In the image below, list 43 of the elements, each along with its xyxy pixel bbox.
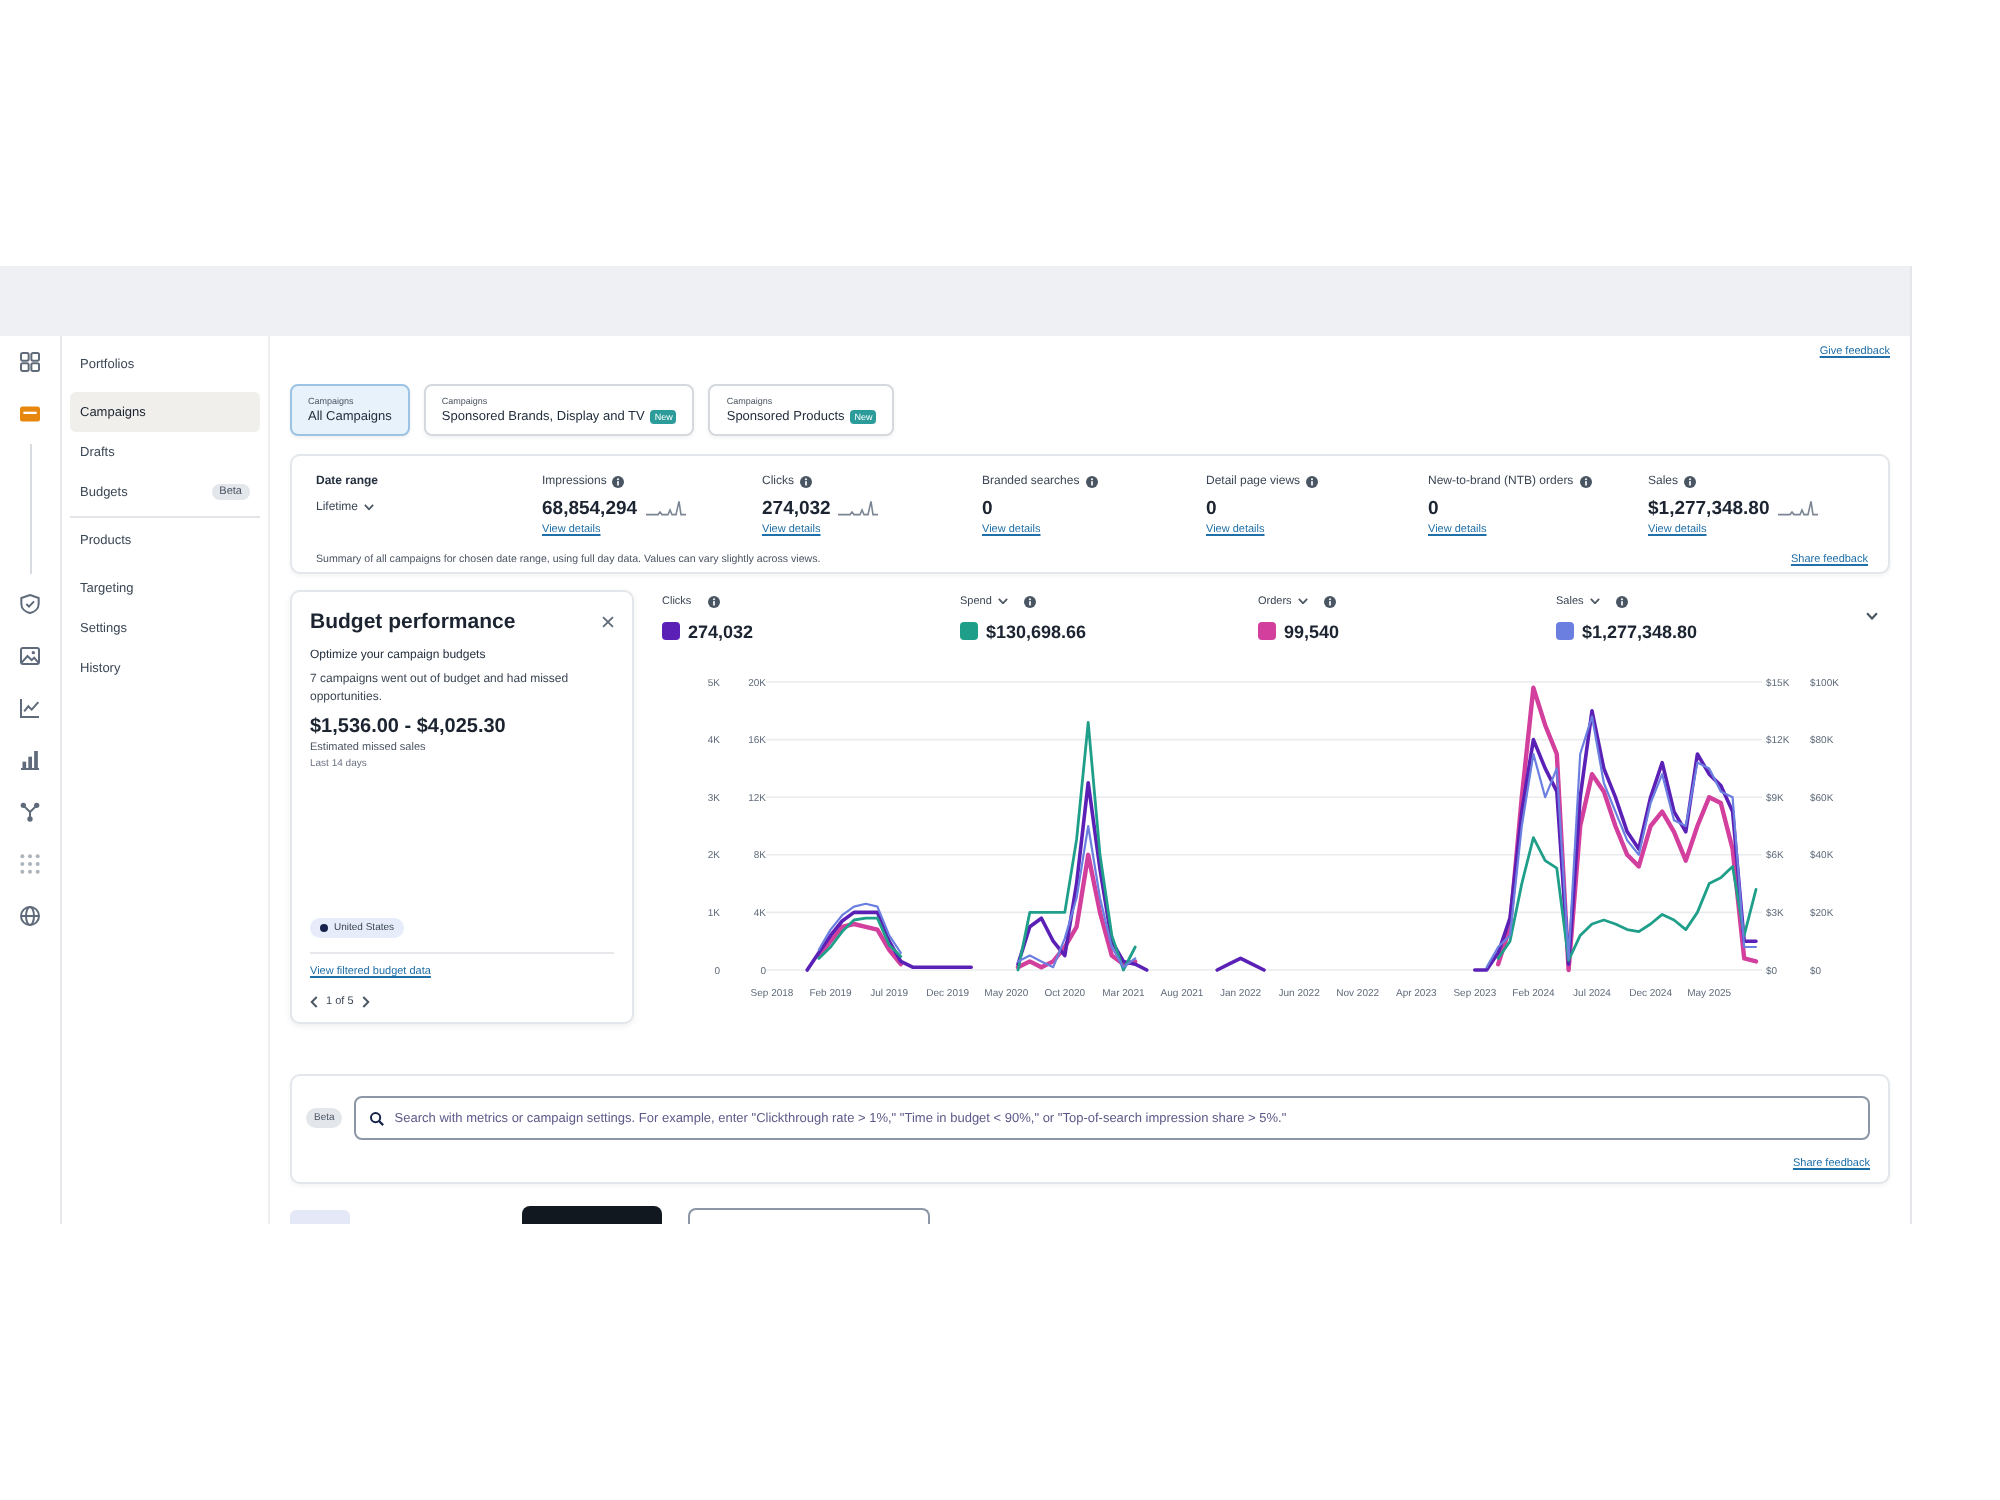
info-icon: [1023, 595, 1036, 607]
search-icon: [370, 1111, 385, 1125]
metric-value: 0: [1206, 497, 1217, 519]
metric-value: 274,032: [762, 497, 831, 519]
metric-value: $1,277,348.80: [1648, 497, 1770, 519]
info-icon: [1615, 595, 1628, 607]
info-icon: [800, 475, 812, 487]
view-toggle[interactable]: [290, 1210, 350, 1224]
info-icon: [707, 595, 720, 607]
grid-icon[interactable]: [20, 352, 40, 372]
caret-icon: [1297, 597, 1308, 605]
metric-value: 68,854,294: [542, 497, 638, 519]
branch-icon[interactable]: [20, 802, 40, 822]
info-icon: [1306, 475, 1319, 487]
info-icon: [612, 475, 625, 487]
chart-metric-value: 99,540: [1284, 621, 1340, 641]
info-icon: [1579, 475, 1592, 487]
close-icon[interactable]: [602, 616, 614, 628]
info-icon: [1684, 475, 1697, 487]
metric-value: 0: [1428, 497, 1439, 519]
chevron-right-icon[interactable]: [361, 996, 370, 1008]
card-icon[interactable]: [20, 404, 40, 424]
metric-value: 0: [982, 497, 993, 519]
bar-chart-icon[interactable]: [20, 750, 40, 770]
info-icon: [1085, 475, 1098, 487]
caret-icon: [364, 504, 375, 512]
chevron-left-icon[interactable]: [310, 996, 318, 1008]
missed-sales-amount: $1,536.00 - $4,025.30: [310, 716, 508, 738]
shield-icon[interactable]: [20, 594, 40, 614]
status-dot-icon: [320, 924, 328, 932]
caret-icon: [1589, 597, 1600, 605]
info-icon: [1323, 595, 1336, 607]
line-chart-icon[interactable]: [20, 698, 40, 718]
dot-grid-icon[interactable]: [20, 854, 40, 874]
image-icon[interactable]: [20, 646, 40, 666]
caret-icon: [997, 597, 1008, 605]
chart-metric-value: $1,277,348.80: [1582, 621, 1698, 641]
chevron-down-icon[interactable]: [1866, 612, 1878, 620]
panel-title: Budget performance: [310, 610, 516, 634]
filter-field[interactable]: [688, 1208, 930, 1224]
chart-metric-value: $130,698.66: [986, 621, 1087, 641]
chart-metric-value: 274,032: [688, 621, 754, 641]
globe-icon[interactable]: [20, 906, 40, 926]
